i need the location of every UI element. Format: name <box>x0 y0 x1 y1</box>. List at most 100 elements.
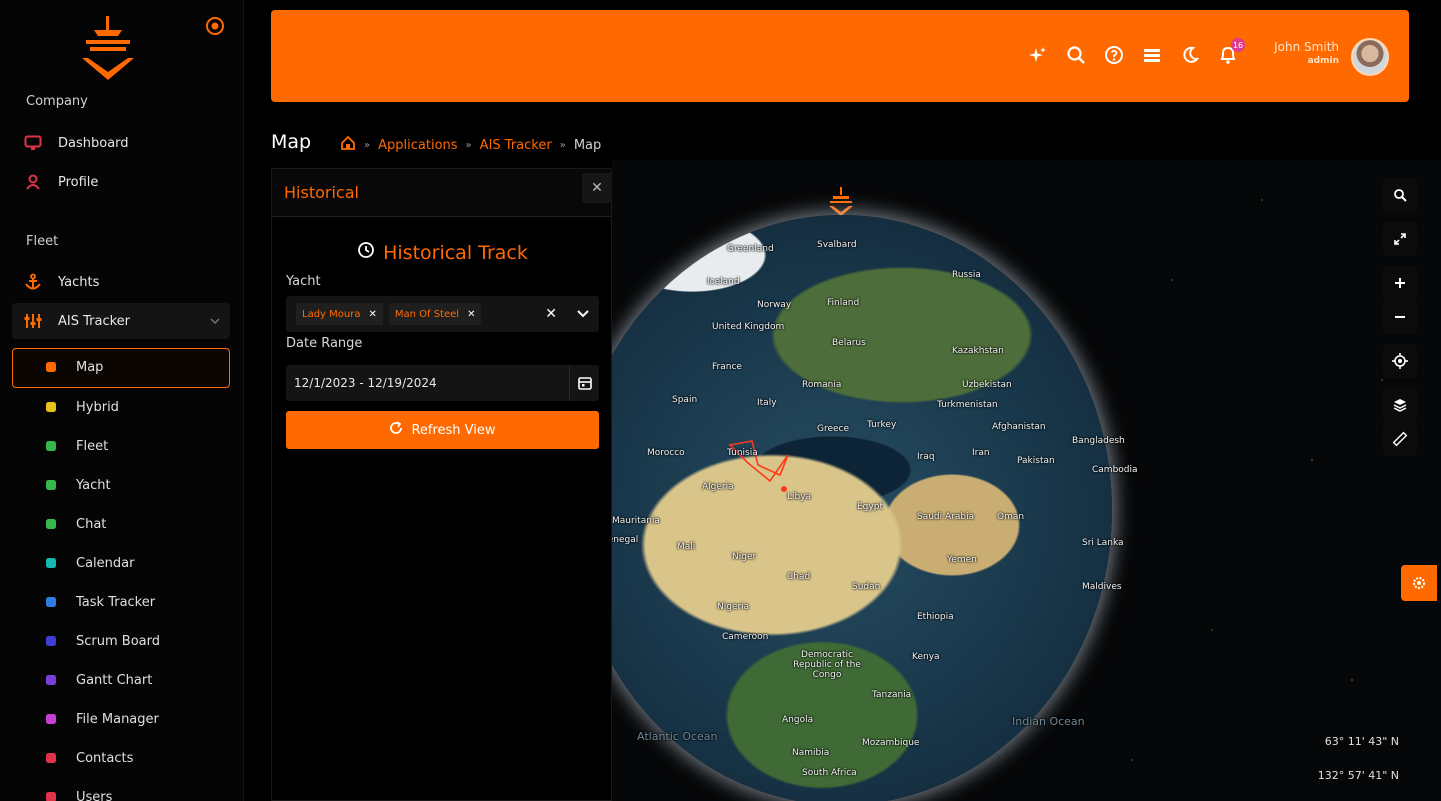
chip-remove-icon[interactable]: ✕ <box>368 309 376 320</box>
map-label-kenya: Kenya <box>912 652 940 662</box>
sidebar-subitem-label: Contacts <box>76 750 134 766</box>
sidebar-item-ais-tracker[interactable]: AIS Tracker <box>12 303 230 339</box>
map-label-france: France <box>712 362 742 372</box>
date-range-value: 12/1/2023 - 12/19/2024 <box>294 376 437 390</box>
map-label-greece: Greece <box>817 424 850 434</box>
longitude-readout: 132° 57' 41" N <box>1317 769 1399 782</box>
map-label-libya: Libya <box>787 492 812 502</box>
map-label-romania: Romania <box>802 380 842 390</box>
sidebar-subitem-scrum-board[interactable]: Scrum Board <box>44 626 224 656</box>
sidebar-subitem-fleet[interactable]: Fleet <box>44 431 224 461</box>
sidebar-item-yachts[interactable]: Yachts <box>20 265 230 299</box>
sidebar-subitem-map[interactable]: Map <box>44 352 224 382</box>
home-icon[interactable] <box>340 135 356 155</box>
map-label-south-africa: South Africa <box>802 768 857 778</box>
yacht-chip[interactable]: Man Of Steel ✕ <box>388 303 482 325</box>
sidebar-subitem-label: Users <box>76 789 113 801</box>
globe-logo-icon <box>829 187 853 216</box>
breadcrumb-ais-tracker[interactable]: AIS Tracker <box>480 138 552 153</box>
sidebar-subitem-label: Hybrid <box>76 399 119 415</box>
chevron-down-icon <box>210 314 220 329</box>
sidebar-subitem-hybrid[interactable]: Hybrid <box>44 392 224 422</box>
locate-button[interactable] <box>1383 344 1417 378</box>
layers-button[interactable] <box>1383 388 1417 422</box>
clear-icon[interactable]: ✕ <box>545 306 557 322</box>
monitor-icon <box>20 135 46 151</box>
yacht-multiselect[interactable]: Lady Moura ✕ Man Of Steel ✕ ✕ <box>286 296 599 332</box>
settings-gear-button[interactable] <box>1401 565 1437 601</box>
panel-title-text: Historical Track <box>383 241 528 264</box>
zoom-in-button[interactable] <box>1383 266 1417 300</box>
sidebar-subitem-chat[interactable]: Chat <box>44 509 224 539</box>
map-label-algeria: Algeria <box>702 482 734 492</box>
map-label-afghanistan: Afghanistan <box>992 422 1046 432</box>
breadcrumb-applications[interactable]: Applications <box>378 138 457 153</box>
yacht-logo-icon[interactable] <box>78 14 138 84</box>
chip-remove-icon[interactable]: ✕ <box>467 309 475 320</box>
refresh-view-button[interactable]: Refresh View <box>286 411 599 449</box>
latitude-readout: 63° 11' 43" N <box>1324 735 1399 748</box>
header-toolbar: 16 <box>1027 38 1245 66</box>
fullscreen-button[interactable] <box>1383 222 1417 256</box>
yacht-label: Yacht <box>286 274 321 289</box>
map-canvas[interactable]: Svalbard Greenland Iceland Russia Norway Finl… <box>612 160 1441 801</box>
map-label-united-kingdom: United Kingdom <box>712 322 785 332</box>
measure-button[interactable] <box>1383 422 1417 456</box>
map-label-tunisia: Tunisia <box>727 448 758 458</box>
search-icon[interactable] <box>1065 44 1087 66</box>
close-button[interactable]: ✕ <box>582 173 612 203</box>
sidebar-item-profile[interactable]: Profile <box>20 165 230 199</box>
calendar-icon[interactable] <box>569 365 599 401</box>
date-range-label: Date Range <box>286 336 363 351</box>
map-label-egypt: Egypt <box>857 502 883 512</box>
top-header: 16 John Smith admin <box>271 10 1409 102</box>
map-tools <box>1383 178 1417 466</box>
moon-icon[interactable] <box>1179 44 1201 66</box>
chevron-down-icon[interactable] <box>577 310 589 318</box>
sidebar-subitem-gantt-chart[interactable]: Gantt Chart <box>44 665 224 695</box>
sidebar-subitem-label: File Manager <box>76 711 159 727</box>
user-info[interactable]: John Smith admin <box>1274 40 1339 66</box>
sidebar-subitem-label: Calendar <box>76 555 135 571</box>
sidebar-item-label: AIS Tracker <box>58 313 131 329</box>
sidebar-item-label: Yachts <box>58 274 100 290</box>
sidebar-subitem-calendar[interactable]: Calendar <box>44 548 224 578</box>
historical-panel: Historical ✕ Historical Track Yacht Lady… <box>271 168 612 801</box>
map-label-turkey: Turkey <box>867 420 897 430</box>
sparkle-icon[interactable] <box>1027 44 1049 66</box>
sidebar-subitem-users[interactable]: Users <box>44 782 224 801</box>
map-search-button[interactable] <box>1383 178 1417 212</box>
map-label-cambodia: Cambodia <box>1092 465 1138 475</box>
zoom-out-button[interactable] <box>1383 300 1417 334</box>
map-label-turkmenistan: Turkmenistan <box>937 400 998 410</box>
map-label-russia: Russia <box>952 270 981 280</box>
sidebar: Company Dashboard Profile Fleet Yachts A… <box>0 0 244 801</box>
map-label-pakistan: Pakistan <box>1017 456 1055 466</box>
map-label-ethiopia: Ethiopia <box>917 612 954 622</box>
bell-icon[interactable]: 16 <box>1217 38 1245 66</box>
sidebar-subitem-contacts[interactable]: Contacts <box>44 743 224 773</box>
breadcrumb-separator: » <box>465 139 472 151</box>
menu-icon[interactable] <box>1141 44 1163 66</box>
yacht-chip[interactable]: Lady Moura ✕ <box>296 303 383 325</box>
user-icon <box>20 174 46 190</box>
avatar[interactable] <box>1351 38 1389 76</box>
map-label-iraq: Iraq <box>917 452 935 462</box>
map-label-kazakhstan: Kazakhstan <box>952 346 1004 356</box>
refresh-icon <box>389 421 403 439</box>
sidebar-subitem-yacht[interactable]: Yacht <box>44 470 224 500</box>
date-range-input[interactable]: 12/1/2023 - 12/19/2024 <box>286 365 599 401</box>
map-label-oman: Oman <box>997 512 1025 522</box>
breadcrumb-current: Map <box>573 137 602 153</box>
sidebar-toggle-icon[interactable] <box>205 16 225 36</box>
notification-badge: 16 <box>1231 38 1245 52</box>
map-label-mali: Mali <box>677 542 696 552</box>
yacht-track <box>728 440 789 492</box>
sidebar-subitem-file-manager[interactable]: File Manager <box>44 704 224 734</box>
help-icon[interactable] <box>1103 44 1125 66</box>
breadcrumb-separator: » <box>364 139 371 151</box>
anchor-icon <box>20 273 46 291</box>
sidebar-subitem-task-tracker[interactable]: Task Tracker <box>44 587 224 617</box>
map-label-uzbekistan: Uzbekistan <box>962 380 1012 390</box>
sidebar-item-dashboard[interactable]: Dashboard <box>20 126 230 160</box>
